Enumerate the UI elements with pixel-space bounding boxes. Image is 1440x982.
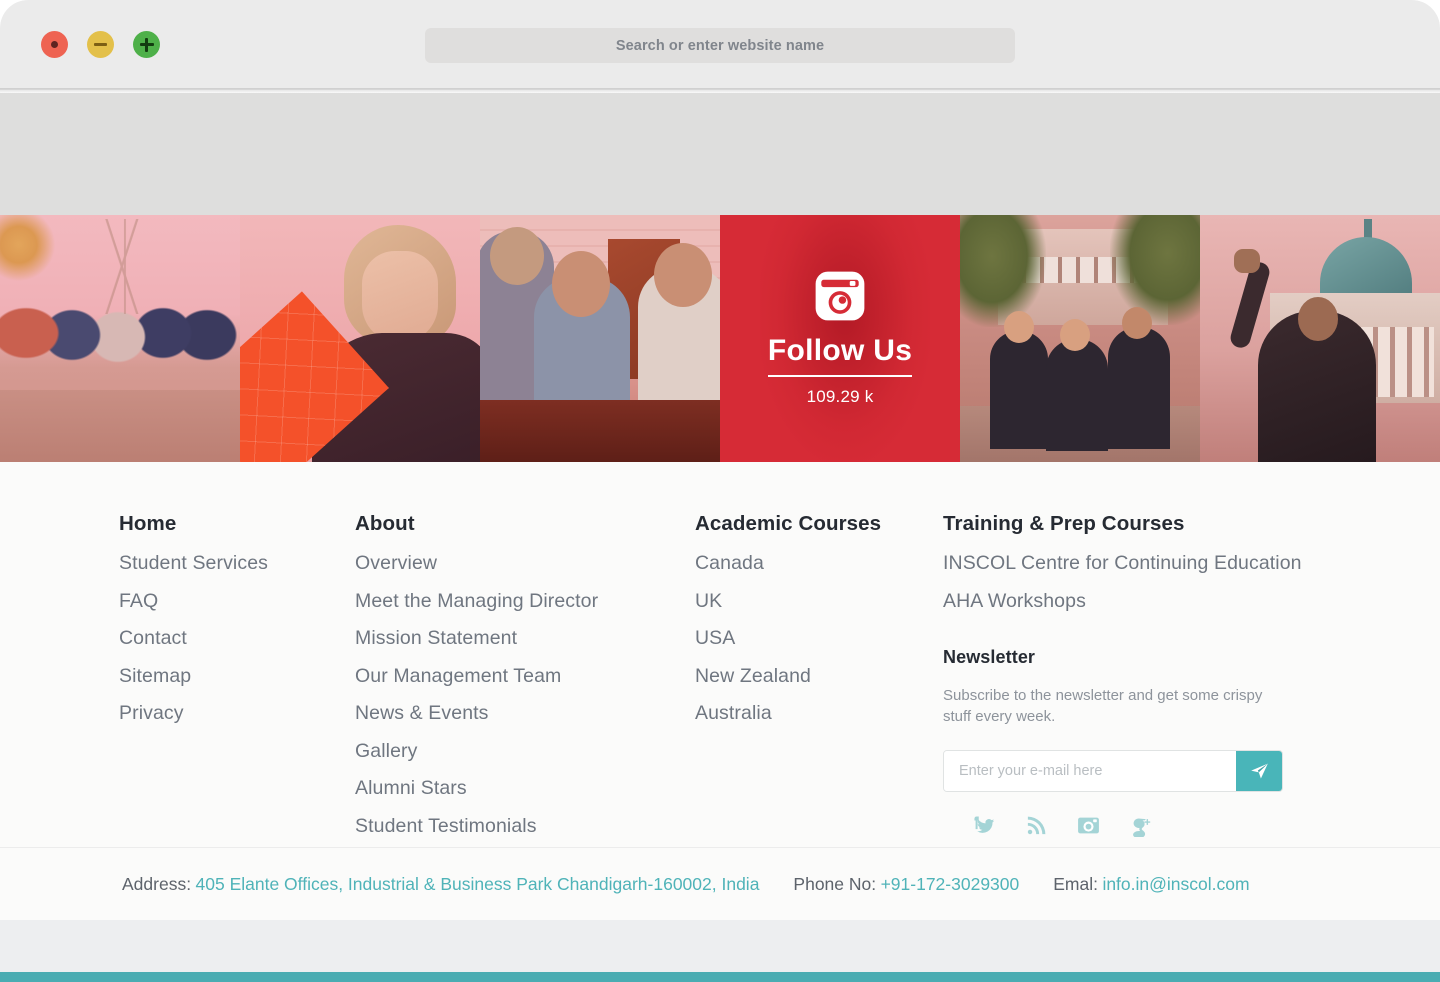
newsletter-email-input[interactable] [944,750,1236,791]
facebook-twitter-icon[interactable] [973,814,996,837]
footer-link-gallery[interactable]: Gallery [355,741,695,762]
panel-festival-group[interactable] [960,215,1200,462]
close-window-button[interactable] [41,31,68,58]
newsletter-submit-button[interactable] [1236,750,1282,791]
graduate-fist [1234,249,1260,273]
phone-label: Phone No: [793,873,877,894]
maximize-window-button[interactable] [133,31,160,58]
panel-students-at-table[interactable] [480,215,720,462]
festival-head-one [1004,311,1034,343]
instagram-icon[interactable] [1077,814,1100,837]
footer-link-meet-the-managing-director[interactable]: Meet the Managing Director [355,591,695,612]
campus-dome [1320,237,1412,297]
footer-heading-academic-courses: Academic Courses [695,512,882,535]
window-controls [41,31,160,58]
page-top-band [0,93,1440,215]
address-bar-placeholder: Search or enter website name [615,37,825,54]
graduate-head [1298,297,1338,341]
follow-us-count: 109.29 k [806,387,874,406]
footer-link-new-zealand[interactable]: New Zealand [695,666,943,687]
email-value[interactable]: info.in@inscol.com [1102,874,1249,895]
panel-students-on-wall[interactable] [0,215,240,462]
newsletter-heading: Newsletter [943,647,1036,667]
festival-head-three [1122,307,1152,339]
panel-graduate[interactable] [1200,215,1440,462]
instagram-icon [815,271,865,321]
wall-ledge [0,390,240,462]
person-one-head [490,227,544,285]
footer-link-canada[interactable]: Canada [695,553,943,574]
address-label: Address: [122,873,192,894]
footer-link-faq[interactable]: FAQ [119,591,355,612]
minimize-window-button[interactable] [87,31,114,58]
footer-column-home: Home Student Services FAQ Contact Sitema… [119,512,355,854]
footer-link-alumni-stars[interactable]: Alumni Stars [355,778,695,799]
footer-heading-about: About [355,512,415,535]
footer-heading-home: Home [119,512,177,535]
maximize-icon-bar [145,37,148,52]
footer-link-sitemap[interactable]: Sitemap [119,666,355,687]
footer-link-overview[interactable]: Overview [355,553,695,574]
google-plus-icon[interactable] [1129,814,1152,837]
site-footer: Home Student Services FAQ Contact Sitema… [0,462,1440,847]
footer-column-about: About Overview Meet the Managing Directo… [355,512,695,854]
footer-link-uk[interactable]: UK [695,591,943,612]
footer-link-usa[interactable]: USA [695,628,943,649]
footer-columns: Home Student Services FAQ Contact Sitema… [0,512,1440,854]
browser-chrome: Search or enter website name [0,0,1440,90]
autumn-foliage [0,215,56,281]
footer-link-inscol-centre[interactable]: INSCOL Centre for Continuing Education [943,553,1363,574]
footer-link-news-and-events[interactable]: News & Events [355,703,695,724]
festival-head-two [1060,319,1090,351]
festival-person-two [1046,339,1108,451]
footer-link-privacy[interactable]: Privacy [119,703,355,724]
tree-left [960,215,1046,327]
follow-us-title: Follow Us [767,336,913,377]
social-links [973,814,1363,837]
address-value[interactable]: 405 Elante Offices, Industrial & Busines… [196,874,760,895]
tree-branches [60,219,190,314]
table-surface [480,400,720,462]
newsletter-description: Subscribe to the newsletter and get some… [943,687,1263,726]
email-label: Emal: [1053,873,1098,894]
face-shape [362,251,438,343]
photo-strip: Follow Us 109.29 k [0,215,1440,462]
contact-bar: Address: 405 Elante Offices, Industrial … [0,848,1440,920]
footer-link-student-testimonials[interactable]: Student Testimonials [355,816,695,837]
footer-link-australia[interactable]: Australia [695,703,943,724]
footer-link-our-management-team[interactable]: Our Management Team [355,666,695,687]
contact-bar-inner: Address: 405 Elante Offices, Industrial … [122,874,1250,895]
bottom-accent-bar [0,972,1440,982]
footer-column-training-prep: Training & Prep Courses INSCOL Centre fo… [943,512,1363,854]
phone-value[interactable]: +91-172-3029300 [881,874,1020,895]
panel-woman-with-folder[interactable] [240,215,480,462]
footer-link-contact[interactable]: Contact [119,628,355,649]
newsletter-form [943,749,1283,792]
footer-link-mission-statement[interactable]: Mission Statement [355,628,695,649]
festival-person-three [1108,327,1170,449]
minimize-icon [94,43,107,46]
footer-link-aha-workshops[interactable]: AHA Workshops [943,591,1363,612]
browser-window: Search or enter website name Follow Us 1… [0,0,1440,982]
page-bottom-band [0,920,1440,972]
address-bar[interactable]: Search or enter website name [425,28,1015,63]
close-icon [51,41,58,48]
person-two-head [552,251,610,317]
follow-us-overlay: Follow Us 109.29 k [720,215,960,462]
festival-person-one [990,331,1048,449]
newsletter-section: Newsletter Subscribe to the newsletter a… [943,647,1363,837]
footer-link-student-services[interactable]: Student Services [119,553,355,574]
footer-column-academic-courses: Academic Courses Canada UK USA New Zeala… [695,512,943,854]
person-three-head [654,243,712,307]
rss-icon[interactable] [1025,814,1048,837]
tree-right [1110,215,1200,325]
panel-follow-us[interactable]: Follow Us 109.29 k [720,215,960,462]
paper-plane-icon [1250,763,1268,779]
footer-heading-training-prep: Training & Prep Courses [943,512,1185,535]
